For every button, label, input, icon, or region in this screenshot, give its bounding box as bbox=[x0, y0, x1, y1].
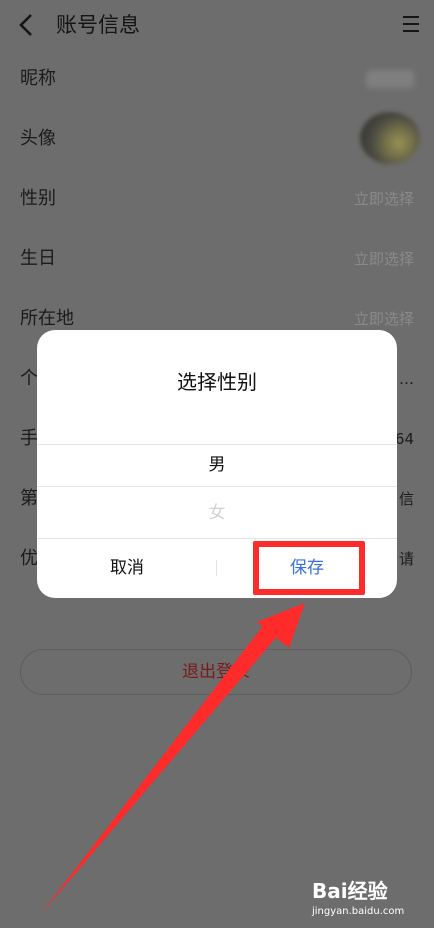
page-title: 账号信息 bbox=[56, 13, 140, 37]
row-label: 手 bbox=[20, 428, 38, 449]
avatar[interactable] bbox=[360, 112, 420, 164]
row-label: 个 bbox=[20, 368, 38, 389]
row-label: 优 bbox=[20, 548, 38, 569]
row-label: 性别 bbox=[20, 188, 56, 209]
watermark-url: jingyan.baidu.com bbox=[312, 906, 405, 917]
header: 账号信息 bbox=[0, 0, 434, 50]
row-label: 第 bbox=[20, 488, 38, 509]
watermark-logo: Bai经验 bbox=[312, 879, 388, 903]
gender-option-male[interactable]: 男 bbox=[37, 444, 397, 486]
row-value: 立即选择 bbox=[353, 190, 414, 208]
row-label: 头像 bbox=[20, 128, 56, 149]
row-gender[interactable]: 性别 立即选择 bbox=[0, 170, 434, 230]
gender-option-female[interactable]: 女 bbox=[37, 492, 397, 534]
dialog-title: 选择性别 bbox=[177, 370, 257, 394]
nickname-value-blurred bbox=[366, 70, 414, 88]
row-value: 64 bbox=[394, 430, 414, 448]
divider bbox=[37, 538, 397, 539]
back-chevron-icon[interactable] bbox=[14, 10, 38, 40]
row-label: 所在地 bbox=[20, 308, 74, 329]
row-label: 生日 bbox=[20, 248, 56, 269]
row-value: 立即选择 bbox=[353, 250, 414, 268]
baidu-watermark: Bai经验 jingyan.baidu.com bbox=[312, 878, 412, 922]
cancel-button[interactable]: 取消 bbox=[37, 546, 217, 590]
row-value: 请 bbox=[398, 550, 414, 568]
row-label: 昵称 bbox=[20, 68, 56, 89]
save-highlight-box bbox=[253, 541, 365, 595]
row-birthday[interactable]: 生日 立即选择 bbox=[0, 230, 434, 290]
divider bbox=[37, 486, 397, 487]
row-value: 立即选择 bbox=[353, 310, 414, 328]
logout-button[interactable]: 退出登录 bbox=[20, 649, 412, 695]
row-value: 信 bbox=[398, 490, 414, 508]
menu-icon[interactable] bbox=[400, 13, 422, 35]
row-value: … bbox=[399, 370, 414, 388]
logout-label: 退出登录 bbox=[182, 662, 250, 682]
